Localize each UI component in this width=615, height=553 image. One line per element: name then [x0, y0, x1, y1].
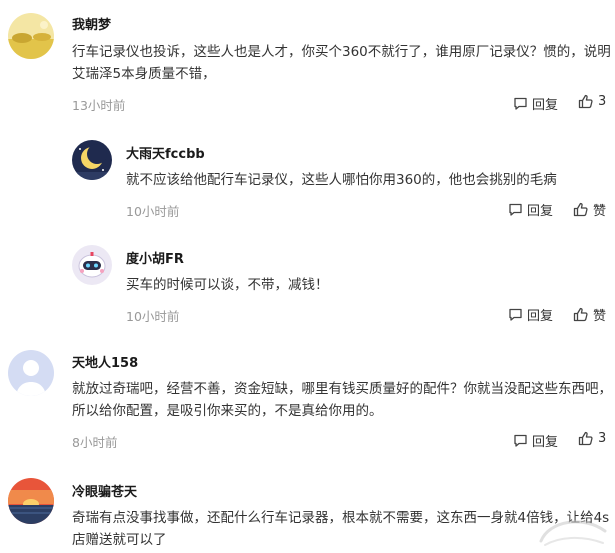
- like-button[interactable]: 3: [578, 431, 606, 446]
- like-label: 赞: [593, 204, 607, 219]
- like-button[interactable]: 3: [578, 94, 606, 109]
- like-label: 赞: [593, 309, 607, 324]
- reply-button[interactable]: 回复: [508, 305, 553, 324]
- reply-label: 回复: [532, 98, 559, 113]
- reply-label: 回复: [527, 309, 554, 324]
- thumbs-up-icon: [573, 307, 588, 322]
- sunset-lake-icon: [8, 478, 54, 524]
- username[interactable]: 大雨天fccbb: [126, 143, 205, 162]
- reply-button[interactable]: 回复: [513, 94, 558, 113]
- avatar[interactable]: [8, 350, 54, 396]
- comment-icon: [514, 434, 527, 447]
- robot-mascot-icon: [72, 245, 112, 285]
- like-count: 3: [598, 94, 607, 109]
- like-count: 3: [598, 431, 607, 446]
- username[interactable]: 度小胡FR: [126, 248, 184, 267]
- reply-label: 回复: [532, 435, 559, 450]
- comment-text: 买车的时候可以谈，不带，减钱！: [126, 277, 329, 293]
- comment-text: 行车记录仪也投诉，这些人也是人才，你买个360不就行了，谁用原厂记录仪？惯的，说…: [72, 44, 611, 82]
- reply-button[interactable]: 回复: [513, 431, 558, 450]
- comment-text: 奇瑞有点没事找事做，还配什么行车记录器，根本就不需要，这东西一身就4倍钱，让给4…: [72, 510, 610, 548]
- like-button[interactable]: 赞: [573, 305, 606, 324]
- like-button[interactable]: 赞: [573, 200, 606, 219]
- timestamp: 10小时前: [126, 204, 180, 219]
- field-landscape-icon: [8, 13, 54, 59]
- comment-icon: [509, 203, 522, 216]
- avatar[interactable]: [8, 13, 54, 59]
- thumbs-up-icon: [578, 94, 593, 109]
- thumbs-up-icon: [573, 202, 588, 217]
- site-watermark-logo: [539, 520, 607, 546]
- comment-text: 就放过奇瑞吧，经营不善，资金短缺，哪里有钱买质量好的配件？你就当没配这些东西吧，…: [72, 381, 612, 419]
- username[interactable]: 天地人158: [72, 352, 138, 371]
- timestamp: 8小时前: [72, 435, 118, 450]
- default-user-icon: [8, 350, 54, 396]
- timestamp: 10小时前: [126, 309, 180, 324]
- moon-night-icon: [72, 140, 112, 180]
- comment-icon: [509, 308, 522, 321]
- username[interactable]: 冷眼骗苍天: [72, 481, 137, 500]
- comment-icon: [514, 97, 527, 110]
- avatar[interactable]: [72, 140, 112, 180]
- avatar[interactable]: [72, 245, 112, 285]
- avatar[interactable]: [8, 478, 54, 524]
- reply-button[interactable]: 回复: [508, 200, 553, 219]
- comment-text: 就不应该给他配行车记录仪，这些人哪怕你用360的，他也会挑别的毛病: [126, 172, 557, 188]
- username[interactable]: 我朝梦: [72, 14, 111, 33]
- timestamp: 13小时前: [72, 98, 126, 113]
- thumbs-up-icon: [578, 431, 593, 446]
- reply-label: 回复: [527, 204, 554, 219]
